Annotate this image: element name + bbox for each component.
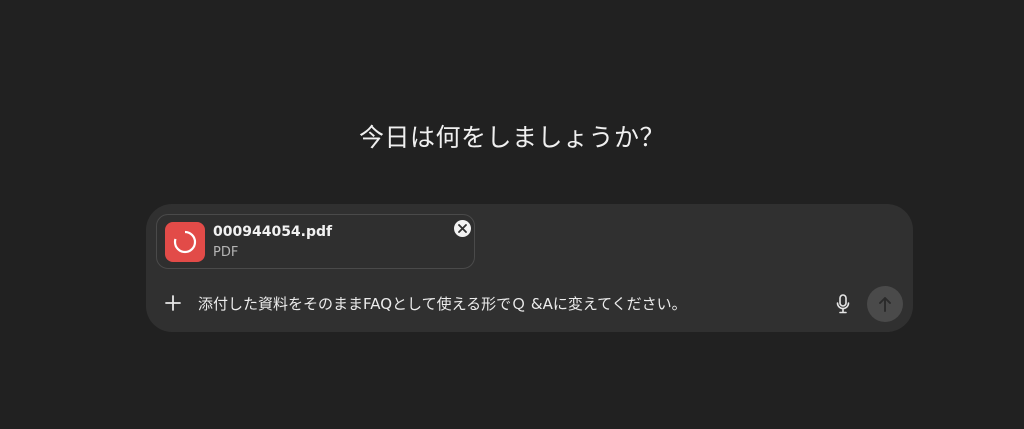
page-heading: 今日は何をしましょうか？ [358,123,665,152]
voice-input-button[interactable] [832,292,854,316]
file-attachment-card[interactable]: 000944054.pdf PDF [156,214,475,269]
arrow-up-icon [879,297,891,312]
remove-attachment-button[interactable] [454,220,471,237]
attachment-file-name: 000944054.pdf [213,224,333,240]
close-icon [458,224,467,233]
add-attachment-button[interactable] [160,290,186,316]
pdf-file-icon [165,222,205,262]
plus-icon [165,295,181,311]
prompt-input[interactable]: 添付した資料をそのままFAQとして使える形でＱ &Aに変えてください。 [198,293,687,314]
page: 今日は何をしましょうか？ 000944054.pdf PDF 添付した資料をその… [0,0,1024,429]
microphone-icon [836,294,850,314]
attachment-file-type: PDF [213,245,239,260]
message-composer: 000944054.pdf PDF 添付した資料をそのままFAQとして使える形で… [146,204,913,332]
send-button[interactable] [867,286,903,322]
